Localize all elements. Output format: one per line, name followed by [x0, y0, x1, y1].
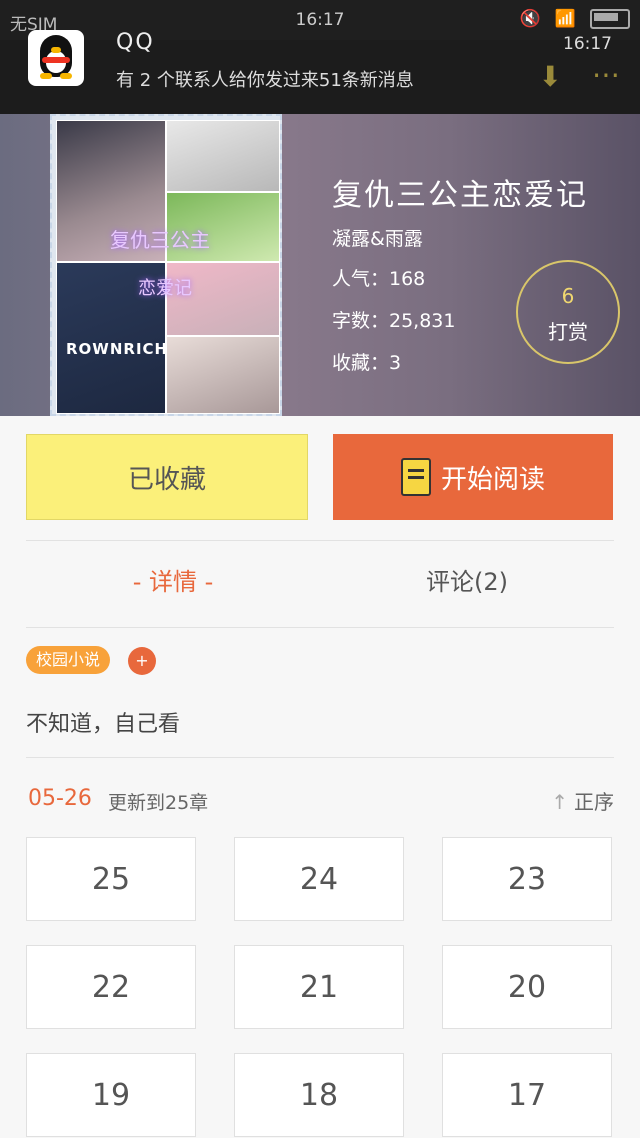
- battery-icon: [590, 9, 630, 29]
- book-cover: 复仇三公主 恋爱记 ROWNRICH: [50, 114, 282, 416]
- book-favorites: 收藏：3: [332, 352, 402, 374]
- sort-order-button[interactable]: ↑ 正序: [551, 786, 614, 815]
- tip-label: 打赏: [548, 320, 588, 344]
- download-icon[interactable]: ⬇: [539, 60, 562, 93]
- tip-button[interactable]: 6 打赏: [516, 260, 620, 364]
- cover-brand-text: ROWNRICH: [66, 340, 169, 358]
- chapter-button[interactable]: 21: [234, 945, 404, 1029]
- divider: [26, 540, 614, 541]
- cover-title-line2: 恋爱记: [138, 278, 192, 299]
- update-date: 05-26: [28, 786, 92, 811]
- book-author[interactable]: 凝露&雨露: [332, 224, 423, 251]
- status-bar: 无SIM 16:17 🔇 📶: [0, 0, 640, 40]
- notification-time: 16:17: [563, 34, 612, 54]
- divider: [26, 757, 614, 758]
- book-popularity: 人气：168: [332, 268, 426, 290]
- start-reading-label: 开始阅读: [440, 464, 545, 495]
- sort-order-label: 正序: [574, 790, 614, 814]
- start-reading-button[interactable]: 开始阅读: [333, 434, 613, 520]
- chapter-button[interactable]: 25: [26, 837, 196, 921]
- favorite-button[interactable]: 已收藏: [26, 434, 308, 520]
- book-title: 复仇三公主恋爱记: [332, 178, 588, 213]
- arrow-up-icon: ↑: [551, 790, 568, 814]
- status-icons: 🔇 📶: [520, 9, 630, 29]
- notification-app-name: QQ: [116, 30, 155, 55]
- cover-title-line1: 复仇三公主: [110, 228, 210, 252]
- book-description: 不知道，自己看: [26, 712, 181, 737]
- qq-app-icon: [28, 30, 84, 86]
- book-word-count: 字数：25,831: [332, 310, 456, 332]
- share-icon[interactable]: ⋯: [592, 58, 620, 91]
- tip-count: 6: [561, 284, 575, 308]
- add-tag-button[interactable]: +: [128, 647, 156, 675]
- mute-icon: 🔇: [519, 9, 541, 29]
- tab-comments[interactable]: 评论(2): [320, 562, 614, 597]
- chapter-button[interactable]: 20: [442, 945, 612, 1029]
- divider: [26, 627, 614, 628]
- tab-detail[interactable]: - 详情 -: [26, 562, 320, 597]
- book-header: 复仇三公主 恋爱记 ROWNRICH 复仇三公主恋爱记 凝露&雨露 人气：168…: [0, 114, 640, 416]
- chapter-button[interactable]: 22: [26, 945, 196, 1029]
- chapter-button[interactable]: 18: [234, 1053, 404, 1137]
- genre-tag[interactable]: 校园小说: [26, 646, 111, 674]
- book-icon: [400, 458, 431, 496]
- qq-notification-banner[interactable]: QQ 16:17 有 2 个联系人给你发过来51条新消息 ⬇ ⋯: [0, 30, 640, 114]
- chapter-button[interactable]: 17: [442, 1053, 612, 1137]
- favorite-button-label: 已收藏: [127, 464, 206, 495]
- penguin-icon: [36, 35, 76, 81]
- wifi-icon: 📶: [554, 9, 576, 29]
- chapter-button[interactable]: 19: [26, 1053, 196, 1137]
- chapter-button[interactable]: 23: [442, 837, 612, 921]
- notification-message: 有 2 个联系人给你发过来51条新消息: [116, 70, 414, 91]
- update-text: 更新到25章: [108, 792, 209, 814]
- chapter-button[interactable]: 24: [234, 837, 404, 921]
